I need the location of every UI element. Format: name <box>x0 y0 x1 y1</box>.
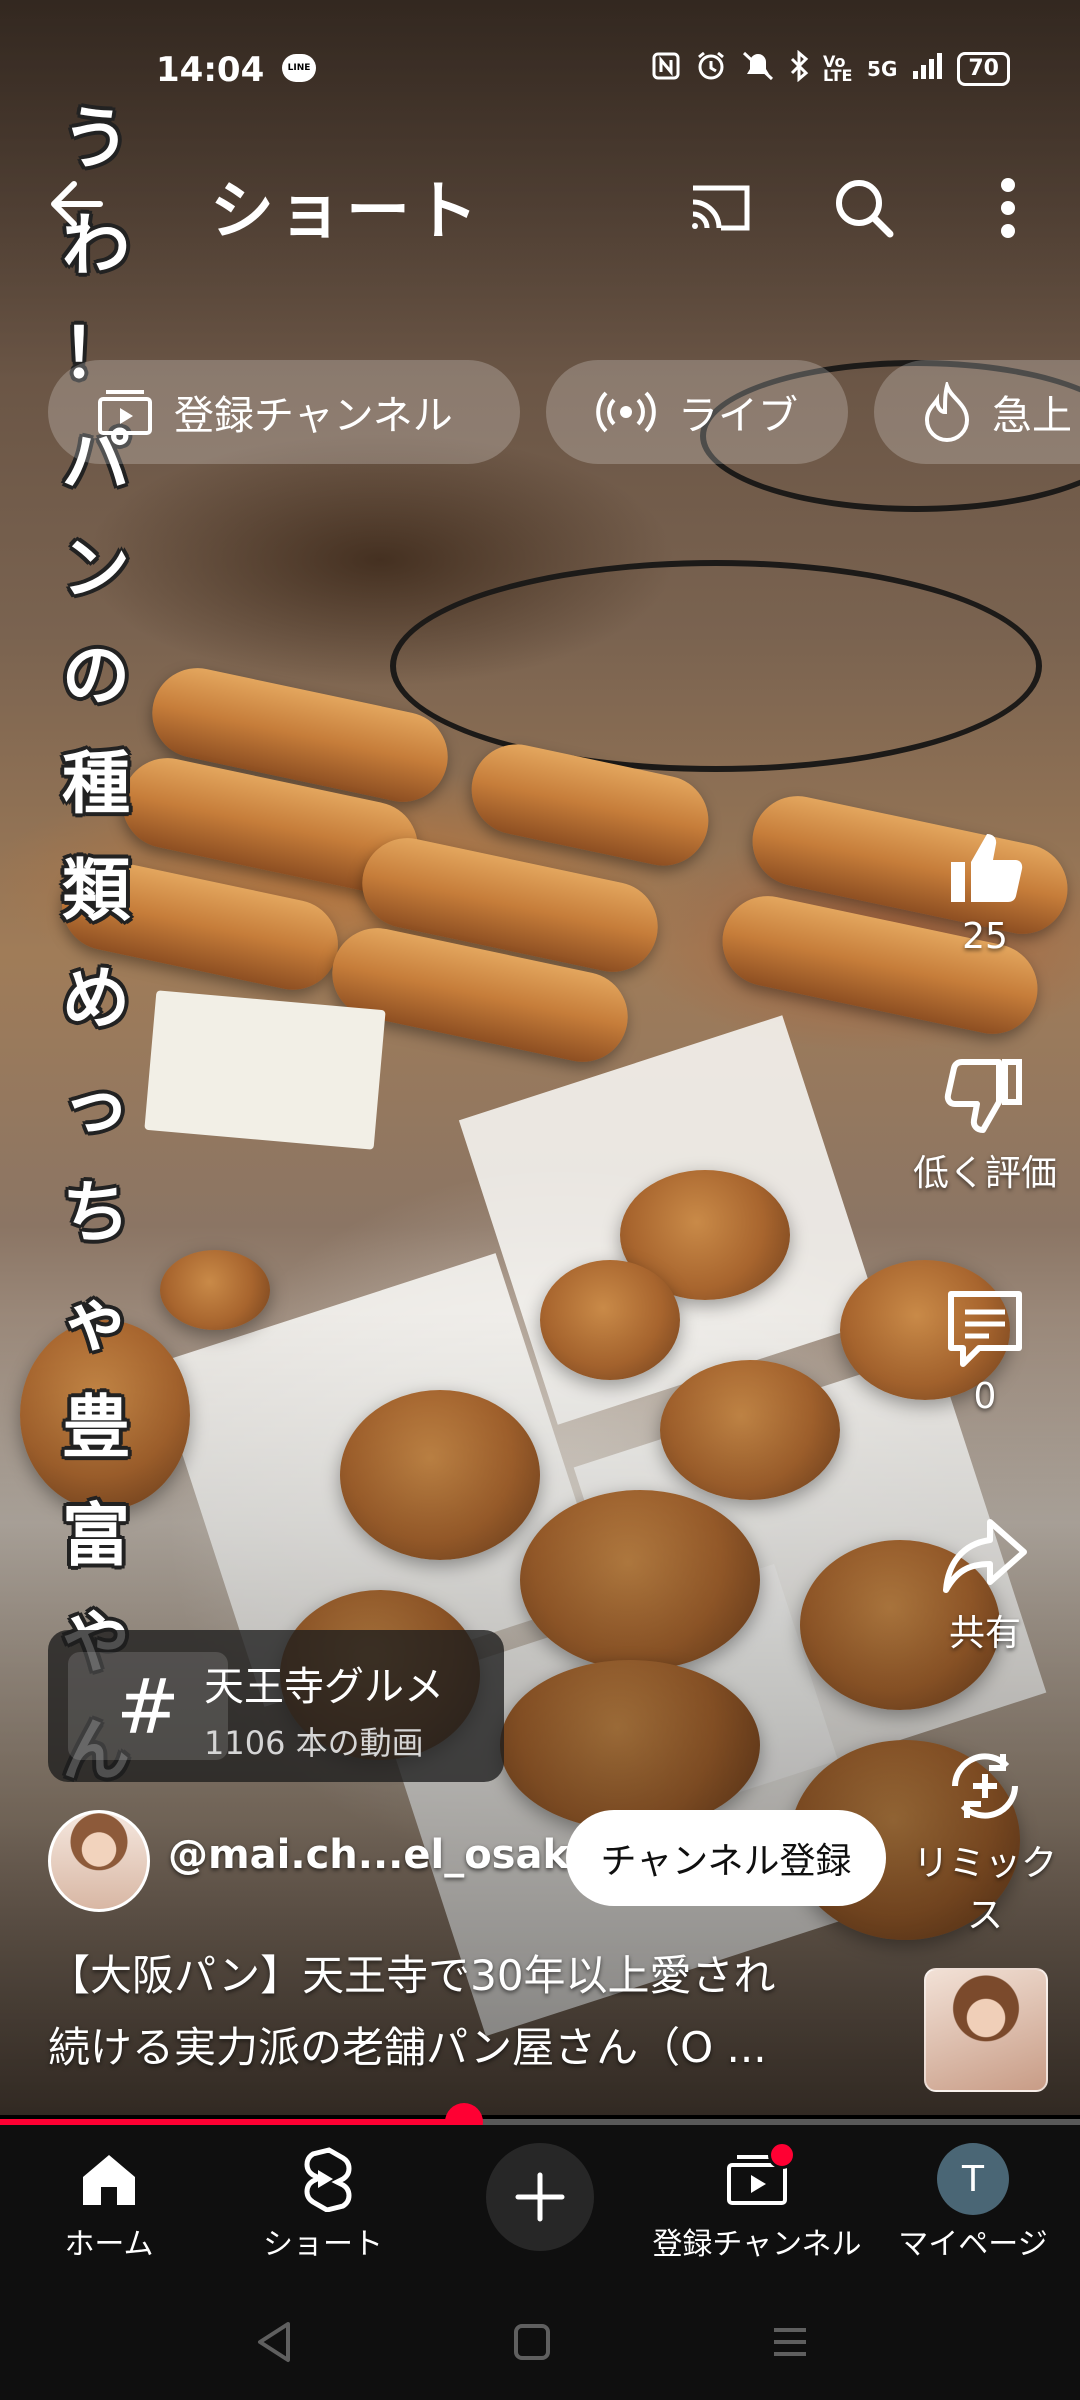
caption-char: 富 <box>61 1496 130 1576</box>
nav-home[interactable]: ホーム <box>4 2139 214 2263</box>
like-button[interactable]: 25 <box>900 826 1070 957</box>
subscriptions-nav-icon <box>652 2139 862 2219</box>
caption-char: 種 <box>61 744 130 824</box>
volte-icon: Vo LTE <box>823 52 853 85</box>
nav-mypage-label: マイページ <box>898 2227 1048 2262</box>
caption-char: 類 <box>61 852 130 932</box>
share-button[interactable]: 共有 <box>900 1514 1070 1656</box>
new-content-dot <box>768 2141 796 2169</box>
battery-indicator: 70 <box>957 52 1010 86</box>
mute-icon <box>741 50 775 88</box>
system-back-icon[interactable] <box>244 2312 304 2372</box>
signal-icon <box>911 51 943 87</box>
caption-char: ン <box>61 529 130 609</box>
comments-button[interactable]: 0 <box>900 1286 1070 1417</box>
like-count: 25 <box>962 916 1008 957</box>
comment-count: 0 <box>973 1376 997 1417</box>
system-menu-icon[interactable] <box>760 2312 820 2372</box>
shorts-icon <box>218 2139 428 2219</box>
chip-label: 急上 <box>992 393 1072 439</box>
description-line-2: 続ける実力派の老舗パン屋さん（O ... <box>48 2023 767 2072</box>
caption-char: ゃ <box>61 1281 130 1361</box>
plus-icon <box>515 2172 565 2222</box>
chip-subscriptions[interactable]: 登録チャンネル <box>48 360 520 464</box>
search-icon[interactable] <box>824 168 904 248</box>
video-description[interactable]: 【大阪パン】天王寺で30年以上愛され 続ける実力派の老舗パン屋さん（O ... <box>48 1940 908 2084</box>
nfc-icon <box>651 51 681 87</box>
live-icon <box>594 390 658 434</box>
more-vertical-icon[interactable] <box>968 168 1048 248</box>
chip-live[interactable]: ライブ <box>546 360 848 464</box>
mypage-avatar-wrap: T <box>868 2139 1078 2219</box>
nav-home-label: ホーム <box>64 2227 154 2262</box>
caption-char: め <box>61 959 130 1039</box>
chip-label: 登録チャンネル <box>174 393 453 439</box>
nav-shorts-label: ショート <box>263 2227 383 2262</box>
line-app-icon: LINE <box>282 54 316 82</box>
cast-icon[interactable] <box>680 168 760 248</box>
caption-char: っ <box>61 1066 130 1146</box>
dislike-label: 低く評価 <box>912 1153 1057 1194</box>
description-line-1: 【大阪パン】天王寺で30年以上愛され <box>48 1951 776 2000</box>
nav-shorts[interactable]: ショート <box>218 2139 428 2263</box>
top-app-bar: ショート <box>0 150 1080 260</box>
shorts-screen: 14:04 LINE Vo LTE 5G 70 うわ！パンの種類めっちゃ豊富やん… <box>0 0 1080 2400</box>
alarm-icon <box>695 50 727 88</box>
hashtag-title: 天王寺グルメ <box>204 1664 444 1710</box>
trending-icon <box>922 382 972 442</box>
back-arrow-icon[interactable] <box>44 172 108 236</box>
hashtag-pill[interactable]: # 天王寺グルメ 1106 本の動画 <box>48 1630 504 1782</box>
caption-char: の <box>61 637 130 717</box>
share-icon <box>900 1514 1070 1598</box>
nav-subscriptions-label: 登録チャンネル <box>652 2227 862 2262</box>
status-icons: Vo LTE 5G 70 <box>651 49 1010 88</box>
system-home-icon[interactable] <box>502 2312 562 2372</box>
thumbs-down-icon <box>900 1054 1070 1138</box>
dislike-button[interactable]: 低く評価 <box>900 1054 1070 1196</box>
system-navigation-bar <box>0 2270 1080 2400</box>
create-button[interactable] <box>486 2143 594 2251</box>
bluetooth-icon <box>789 49 809 88</box>
home-icon <box>4 2139 214 2219</box>
share-label: 共有 <box>948 1613 1021 1654</box>
network-type: 5G <box>867 57 898 81</box>
user-avatar: T <box>937 2143 1009 2215</box>
chip-trending[interactable]: 急上 <box>874 360 1080 464</box>
status-bar: 14:04 LINE Vo LTE 5G 70 <box>0 0 1080 142</box>
status-time: 14:04 <box>156 50 265 90</box>
caption-char: 豊 <box>61 1389 130 1469</box>
comment-icon <box>900 1286 1070 1370</box>
subscribe-button[interactable]: チャンネル登録 <box>566 1810 886 1906</box>
channel-handle[interactable]: @mai.ch...el_osaka <box>168 1832 596 1878</box>
sound-thumbnail[interactable] <box>924 1968 1048 2092</box>
nav-subscriptions[interactable]: 登録チャンネル <box>652 2139 862 2263</box>
thumbs-up-icon <box>900 826 1070 910</box>
hashtag-video-count: 1106 本の動画 <box>204 1724 424 1762</box>
chip-label: ライブ <box>678 393 798 439</box>
caption-char: ち <box>61 1174 130 1254</box>
subscriptions-icon <box>96 387 154 437</box>
page-title: ショート <box>210 175 482 249</box>
nav-mypage[interactable]: T マイページ <box>868 2139 1078 2263</box>
bottom-navigation: ホーム ショート 登録チャンネル T マイページ <box>0 2125 1080 2270</box>
channel-avatar[interactable] <box>48 1810 150 1912</box>
channel-row: @mai.ch...el_osaka チャンネル登録 <box>48 1810 1048 1912</box>
